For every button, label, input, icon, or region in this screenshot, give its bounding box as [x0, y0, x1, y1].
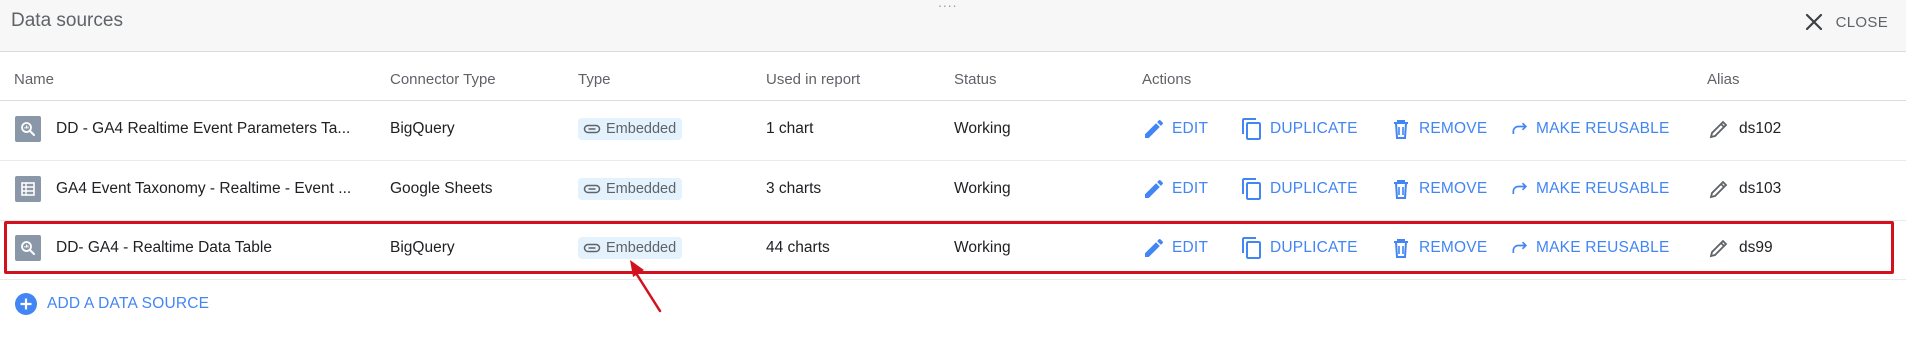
copy-icon — [1242, 177, 1261, 200]
edit-label: EDIT — [1172, 179, 1209, 197]
remove-label: REMOVE — [1419, 238, 1488, 256]
make-reusable-button[interactable]: MAKE REUSABLE — [1510, 159, 1670, 218]
trash-icon — [1394, 119, 1408, 139]
edit-label: EDIT — [1172, 238, 1209, 256]
row-connector: BigQuery — [390, 119, 455, 137]
copy-icon — [1242, 117, 1261, 140]
sheets-icon — [15, 175, 41, 202]
duplicate-label: DUPLICATE — [1270, 119, 1358, 137]
trash-icon — [1394, 238, 1408, 258]
make-reusable-label: MAKE REUSABLE — [1536, 179, 1670, 197]
table-row[interactable]: GA4 Event Taxonomy - Realtime - Event ..… — [0, 159, 1906, 218]
row-type: Embedded — [578, 99, 683, 158]
pencil-icon — [1145, 179, 1164, 198]
edit-button[interactable]: EDIT — [1142, 99, 1208, 158]
forward-arrow-icon — [1512, 182, 1528, 194]
panel-header: Data sources .... CLOSE — [0, 0, 1906, 52]
col-header-connector-type: Connector Type — [390, 71, 496, 88]
remove-button[interactable]: REMOVE — [1389, 218, 1487, 277]
edit-label: EDIT — [1172, 119, 1209, 137]
close-button[interactable]: CLOSE — [1802, 10, 1888, 34]
row-used-in-report: 44 charts — [766, 238, 830, 256]
add-data-source-button[interactable]: ADD A DATA SOURCE — [14, 292, 209, 316]
edit-button[interactable]: EDIT — [1142, 218, 1208, 277]
embedded-chip: Embedded — [578, 117, 683, 140]
row-connector: Google Sheets — [390, 179, 493, 197]
make-reusable-button[interactable]: MAKE REUSABLE — [1510, 218, 1670, 277]
copy-icon — [1242, 236, 1261, 259]
type-label: Embedded — [606, 120, 677, 137]
row-status: Working — [954, 119, 1011, 137]
row-name[interactable]: GA4 Event Taxonomy - Realtime - Event ..… — [56, 159, 351, 218]
link-icon — [583, 184, 601, 193]
row-source-icon — [15, 218, 41, 277]
row-type: Embedded — [578, 159, 683, 218]
type-label: Embedded — [606, 239, 677, 256]
bigquery-icon — [15, 115, 41, 142]
remove-label: REMOVE — [1419, 119, 1488, 137]
forward-arrow-icon — [1512, 241, 1528, 253]
alias-value: ds102 — [1739, 119, 1782, 137]
embedded-chip: Embedded — [578, 177, 683, 200]
col-header-alias: Alias — [1707, 71, 1740, 88]
annotation-arrow-icon — [630, 260, 662, 313]
row-connector: BigQuery — [390, 238, 455, 256]
alias-cell[interactable]: ds103 — [1707, 159, 1781, 218]
remove-label: REMOVE — [1419, 179, 1488, 197]
row-source-icon — [15, 159, 41, 218]
trash-icon — [1394, 179, 1408, 199]
make-reusable-label: MAKE REUSABLE — [1536, 238, 1670, 256]
pencil-icon — [1145, 238, 1164, 257]
row-name[interactable]: DD - GA4 Realtime Event Parameters Ta... — [56, 99, 350, 158]
duplicate-button[interactable]: DUPLICATE — [1240, 159, 1358, 218]
col-header-used-in-report: Used in report — [766, 71, 861, 88]
remove-button[interactable]: REMOVE — [1389, 99, 1487, 158]
row-used-in-report: 1 chart — [766, 119, 814, 137]
alias-edit-icon[interactable] — [1707, 177, 1731, 201]
duplicate-label: DUPLICATE — [1270, 179, 1358, 197]
col-header-type: Type — [578, 71, 611, 88]
forward-arrow-icon — [1512, 122, 1528, 134]
drag-handle[interactable]: .... — [938, 0, 958, 10]
type-label: Embedded — [606, 180, 677, 197]
make-reusable-label: MAKE REUSABLE — [1536, 119, 1670, 137]
table-row[interactable]: DD- GA4 - Realtime Data Table BigQuery E… — [0, 218, 1906, 277]
duplicate-button[interactable]: DUPLICATE — [1240, 99, 1358, 158]
alias-value: ds99 — [1739, 238, 1773, 256]
close-icon — [1805, 13, 1822, 31]
col-header-status: Status — [954, 71, 997, 88]
remove-button[interactable]: REMOVE — [1389, 159, 1487, 218]
add-data-source-label: ADD A DATA SOURCE — [47, 295, 210, 312]
row-name[interactable]: DD- GA4 - Realtime Data Table — [56, 218, 272, 277]
col-header-actions: Actions — [1142, 71, 1192, 88]
panel-title: Data sources — [11, 10, 123, 31]
close-label: CLOSE — [1835, 13, 1888, 31]
alias-cell[interactable]: ds102 — [1707, 99, 1781, 158]
table-row[interactable]: DD - GA4 Realtime Event Parameters Ta...… — [0, 99, 1906, 158]
row-divider — [0, 279, 1906, 280]
make-reusable-button[interactable]: MAKE REUSABLE — [1510, 99, 1670, 158]
pencil-icon — [1145, 119, 1164, 138]
bigquery-icon — [15, 234, 41, 261]
add-circle-icon — [15, 293, 37, 315]
alias-cell[interactable]: ds99 — [1707, 218, 1773, 277]
duplicate-label: DUPLICATE — [1270, 238, 1358, 256]
link-icon — [583, 243, 601, 252]
row-used-in-report: 3 charts — [766, 179, 822, 197]
alias-edit-icon[interactable] — [1707, 236, 1731, 260]
duplicate-button[interactable]: DUPLICATE — [1240, 218, 1358, 277]
edit-button[interactable]: EDIT — [1142, 159, 1208, 218]
link-icon — [583, 124, 601, 133]
row-status: Working — [954, 238, 1011, 256]
alias-value: ds103 — [1739, 179, 1782, 197]
row-source-icon — [15, 99, 41, 158]
row-status: Working — [954, 179, 1011, 197]
col-header-name: Name — [14, 71, 55, 88]
alias-edit-icon[interactable] — [1707, 117, 1731, 141]
